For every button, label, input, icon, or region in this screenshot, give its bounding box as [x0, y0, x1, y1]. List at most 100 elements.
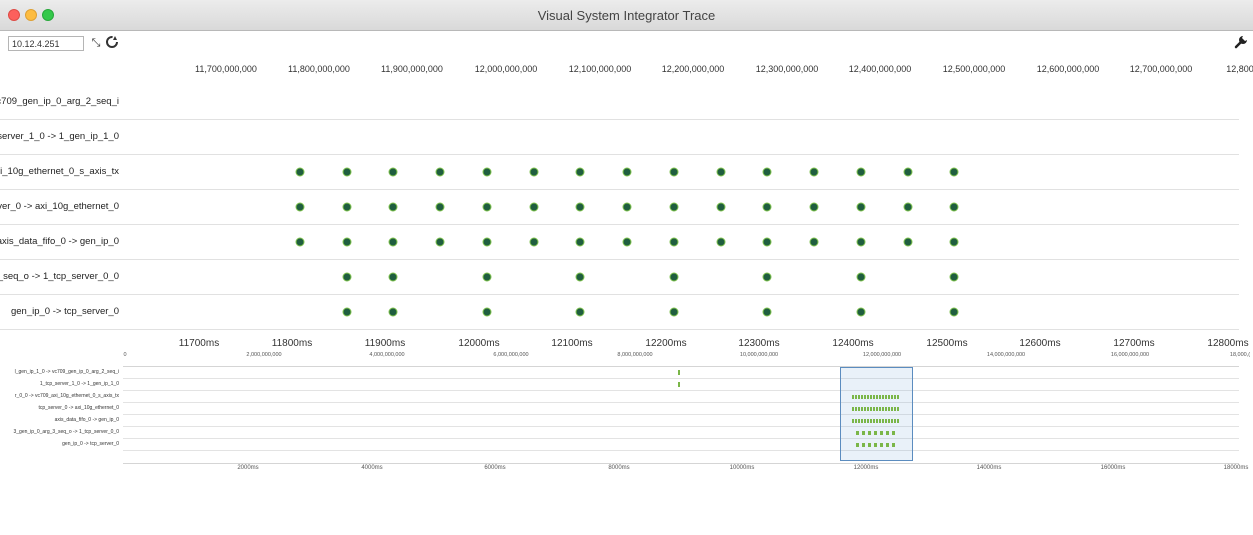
- trace-event-dot[interactable]: [949, 272, 959, 282]
- trace-event-dot[interactable]: [762, 202, 772, 212]
- overview-top-axis: 0 2,000,000,000 4,000,000,000 6,000,000,…: [0, 352, 1253, 364]
- overview-lane: tcp_server_0 -> axi_10g_ethernet_0: [0, 403, 1253, 415]
- trace-event-dot[interactable]: [716, 237, 726, 247]
- trace-event-dot[interactable]: [435, 167, 445, 177]
- trace-event-dot[interactable]: [575, 202, 585, 212]
- trace-event-dot[interactable]: [482, 307, 492, 317]
- trace-event-dot[interactable]: [949, 237, 959, 247]
- window-titlebar: Visual System Integrator Trace: [0, 0, 1253, 31]
- trace-event-dot[interactable]: [622, 167, 632, 177]
- trace-lane[interactable]: gen_ip_0 -> tcp_server_0: [0, 295, 1253, 330]
- trace-event-dot[interactable]: [949, 202, 959, 212]
- trace-event-dot[interactable]: [435, 202, 445, 212]
- trace-event-dot[interactable]: [809, 167, 819, 177]
- trace-lane[interactable]: _arg_3_seq_o -> 1_tcp_server_0_0: [0, 260, 1253, 295]
- trace-event-dot[interactable]: [669, 202, 679, 212]
- trace-event-dot[interactable]: [669, 237, 679, 247]
- axis-tick: 12500ms: [926, 338, 968, 349]
- overview-lane: r_0_0 -> vc709_axi_10g_ethernet_0_s_axis…: [0, 391, 1253, 403]
- refresh-icon[interactable]: [104, 35, 120, 51]
- axis-tick: 12,400,000,000: [848, 64, 912, 74]
- trace-event-dot[interactable]: [388, 167, 398, 177]
- trace-event-dot[interactable]: [716, 167, 726, 177]
- trace-event-dot[interactable]: [669, 307, 679, 317]
- trace-event-dot[interactable]: [295, 237, 305, 247]
- axis-tick: 6000ms: [484, 465, 506, 471]
- trace-event-dot[interactable]: [482, 272, 492, 282]
- axis-tick: 10,000,000,000: [739, 352, 779, 358]
- axis-tick: 12,800: [1226, 64, 1253, 74]
- trace-event-dot[interactable]: [482, 202, 492, 212]
- axis-tick: 12600ms: [1019, 338, 1061, 349]
- axis-tick: 16,000,000,000: [1110, 352, 1150, 358]
- trace-event-dot[interactable]: [762, 167, 772, 177]
- trace-event-dot[interactable]: [342, 167, 352, 177]
- wrench-icon[interactable]: [1233, 35, 1249, 51]
- trace-event-dot[interactable]: [575, 272, 585, 282]
- trace-event-dot[interactable]: [669, 272, 679, 282]
- axis-tick: 6,000,000,000: [493, 352, 529, 358]
- overview-event-mark: [678, 382, 681, 387]
- trace-event-dot[interactable]: [295, 167, 305, 177]
- overview-lane-label: tcp_server_0 -> axi_10g_ethernet_0: [38, 405, 119, 411]
- overview-lane-label: axis_data_fifo_0 -> gen_ip_0: [54, 417, 119, 423]
- trace-event-dot[interactable]: [342, 237, 352, 247]
- ip-address-input[interactable]: 10.12.4.251: [8, 36, 84, 51]
- trace-event-dot[interactable]: [342, 272, 352, 282]
- axis-tick: 12400ms: [832, 338, 874, 349]
- trace-event-dot[interactable]: [856, 307, 866, 317]
- lane-label: 1_tcp_server_1_0 -> 1_gen_ip_1_0: [0, 131, 119, 142]
- trace-event-dot[interactable]: [762, 237, 772, 247]
- axis-tick: 12,100,000,000: [568, 64, 632, 74]
- trace-event-dot[interactable]: [856, 237, 866, 247]
- trace-event-dot[interactable]: [575, 307, 585, 317]
- trace-lane[interactable]: _0 -> vc709_gen_ip_0_arg_2_seq_i: [0, 85, 1253, 120]
- overview-event-burst: [852, 395, 900, 399]
- axis-tick: 12200ms: [645, 338, 687, 349]
- axis-tick: 12,000,000,000: [474, 64, 538, 74]
- trace-event-dot[interactable]: [482, 237, 492, 247]
- trace-event-dot[interactable]: [856, 272, 866, 282]
- trace-event-dot[interactable]: [903, 167, 913, 177]
- trace-event-dot[interactable]: [482, 167, 492, 177]
- trace-event-dot[interactable]: [809, 202, 819, 212]
- trace-lane[interactable]: 1_tcp_server_1_0 -> 1_gen_ip_1_0: [0, 120, 1253, 155]
- trace-event-dot[interactable]: [762, 272, 772, 282]
- trace-event-dot[interactable]: [435, 237, 445, 247]
- overview-lane: l_gen_ip_1_0 -> vc709_gen_ip_0_arg_2_seq…: [0, 367, 1253, 379]
- trace-event-dot[interactable]: [388, 307, 398, 317]
- trace-event-dot[interactable]: [903, 237, 913, 247]
- lane-divider: [123, 450, 1239, 451]
- axis-tick: 12300ms: [738, 338, 780, 349]
- trace-event-dot[interactable]: [295, 202, 305, 212]
- lane-label: cp_server_0 -> axi_10g_ethernet_0: [0, 201, 119, 212]
- trace-event-dot[interactable]: [342, 202, 352, 212]
- trace-event-dot[interactable]: [856, 167, 866, 177]
- trace-event-dot[interactable]: [529, 202, 539, 212]
- trace-event-dot[interactable]: [529, 237, 539, 247]
- trace-event-dot[interactable]: [762, 307, 772, 317]
- trace-event-dot[interactable]: [622, 237, 632, 247]
- trace-event-dot[interactable]: [388, 202, 398, 212]
- trace-event-dot[interactable]: [529, 167, 539, 177]
- trace-event-dot[interactable]: [949, 307, 959, 317]
- lane-label: 709_axi_10g_ethernet_0_s_axis_tx: [0, 166, 119, 177]
- trace-event-dot[interactable]: [388, 237, 398, 247]
- axis-tick: 12,500,000,000: [942, 64, 1006, 74]
- trace-event-dot[interactable]: [949, 167, 959, 177]
- trace-event-dot[interactable]: [575, 237, 585, 247]
- trace-event-dot[interactable]: [575, 167, 585, 177]
- trace-event-dot[interactable]: [669, 167, 679, 177]
- trace-event-dot[interactable]: [809, 237, 819, 247]
- axis-tick: 14,000,000,000: [986, 352, 1026, 358]
- trace-event-dot[interactable]: [716, 202, 726, 212]
- axis-tick: 11,900,000,000: [381, 64, 443, 74]
- trace-event-dot[interactable]: [856, 202, 866, 212]
- trace-event-dot[interactable]: [388, 272, 398, 282]
- lane-divider: [0, 329, 1239, 330]
- trace-event-dot[interactable]: [342, 307, 352, 317]
- axis-tick: 12,600,000,000: [1036, 64, 1100, 74]
- fit-icon[interactable]: ⤡: [88, 35, 104, 51]
- trace-event-dot[interactable]: [622, 202, 632, 212]
- trace-event-dot[interactable]: [903, 202, 913, 212]
